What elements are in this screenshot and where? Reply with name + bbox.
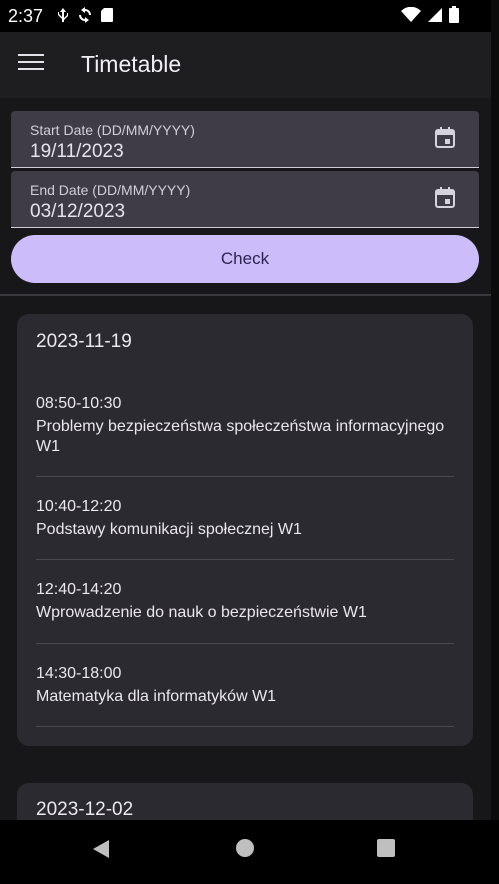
status-right-icons (401, 6, 459, 23)
day-date: 2023-12-02 (36, 799, 134, 820)
main-content[interactable]: Start Date (DD/MM/YYYY) 19/11/2023 End D… (0, 98, 491, 820)
divider (0, 294, 491, 296)
status-left-icons (56, 7, 114, 23)
calendar-icon[interactable] (433, 126, 457, 150)
class-name: Wprowadzenie do nauk o bezpieczeństwie W… (36, 604, 367, 621)
menu-icon[interactable] (18, 54, 44, 76)
start-date-label: Start Date (DD/MM/YYYY) (30, 122, 195, 138)
signal-icon (428, 7, 442, 22)
start-date-field[interactable]: Start Date (DD/MM/YYYY) 19/11/2023 (11, 111, 479, 168)
usb-icon (58, 8, 68, 22)
start-date-value[interactable]: 19/11/2023 (30, 141, 124, 163)
day-date: 2023-11-19 (36, 331, 132, 352)
class-name: Matematyka dla informatyków W1 (36, 688, 277, 705)
sd-card-icon (101, 8, 113, 22)
class-entry[interactable]: 10:40-12:20 Podstawy komunikacji społecz… (36, 498, 454, 540)
app-bar: Timetable (0, 32, 491, 98)
class-entry[interactable]: 12:40-14:20 Wprowadzenie do nauk o bezpi… (36, 581, 454, 623)
battery-icon (449, 6, 459, 23)
entry-divider (36, 476, 454, 477)
home-icon[interactable] (236, 839, 254, 857)
entry-divider (36, 726, 454, 727)
class-entry[interactable]: 14:30-18:00 Matematyka dla informatyków … (36, 665, 454, 707)
end-date-field[interactable]: End Date (DD/MM/YYYY) 03/12/2023 (11, 171, 479, 228)
entry-divider (36, 643, 454, 644)
page-title: Timetable (81, 51, 182, 77)
class-name: Podstawy komunikacji społecznej W1 (36, 521, 302, 538)
wifi-icon (401, 6, 421, 22)
end-date-value[interactable]: 03/12/2023 (30, 201, 125, 223)
class-time: 10:40-12:20 (36, 498, 122, 515)
entry-divider (36, 559, 454, 560)
end-date-label: End Date (DD/MM/YYYY) (30, 182, 191, 198)
class-time: 08:50-10:30 (36, 395, 122, 412)
class-time: 14:30-18:00 (36, 665, 122, 682)
class-name: Problemy bezpieczeństwa społeczeństwa in… (36, 418, 445, 455)
class-time: 12:40-14:20 (36, 581, 122, 598)
system-nav-bar (0, 820, 499, 884)
class-entry[interactable]: 08:50-10:30 Problemy bezpieczeństwa społ… (36, 395, 454, 457)
status-bar: 2:37 (0, 0, 499, 32)
day-card: 2023-11-19 08:50-10:30 Problemy bezpiecz… (17, 314, 473, 746)
day-card: 2023-12-02 (17, 783, 473, 820)
back-icon[interactable] (92, 839, 110, 859)
edge-strip (491, 0, 499, 884)
status-time: 2:37 (8, 6, 44, 26)
recents-icon[interactable] (377, 839, 395, 857)
calendar-icon[interactable] (433, 186, 457, 210)
sync-icon (79, 7, 91, 23)
check-button[interactable]: Check (11, 235, 479, 283)
